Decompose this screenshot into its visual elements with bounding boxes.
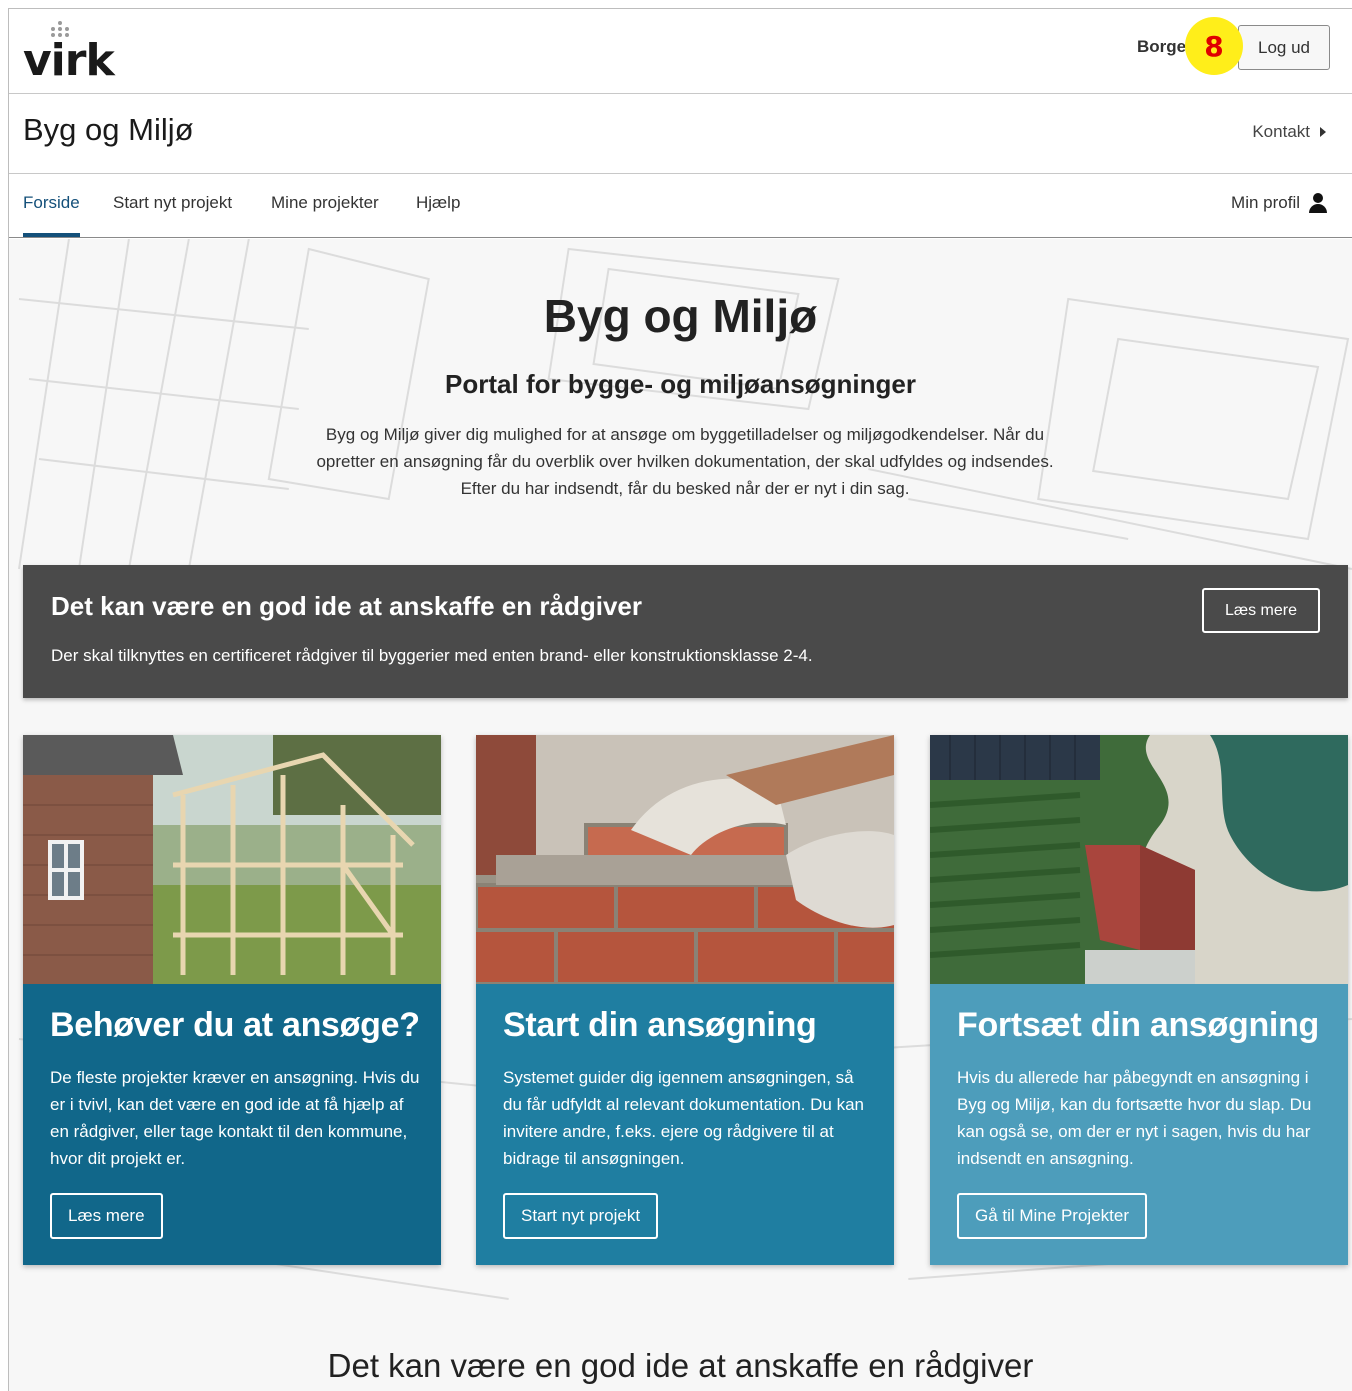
card-body: Behøver du at ansøge? De fleste projekte… (23, 984, 441, 1265)
nav-tab-start-nyt-projekt[interactable]: Start nyt projekt (113, 193, 232, 233)
banner-read-more-button[interactable]: Læs mere (1202, 588, 1320, 633)
top-header: virk Borge Log ud 8 (9, 9, 1352, 94)
card-text: Systemet guider dig igennem ansøgningen,… (503, 1068, 864, 1168)
section-heading: Det kan være en god ide at anskaffe en r… (327, 1347, 1034, 1384)
hero-description: Byg og Miljø giver dig mulighed for at a… (316, 425, 1054, 498)
hero-section: Byg og Miljø Portal for bygge- og miljøa… (9, 239, 1352, 1391)
browser-page: virk Borge Log ud 8 Byg og Miljø Kontakt… (8, 8, 1352, 1391)
profile-label: Min profil (1231, 193, 1300, 212)
virk-logo[interactable]: virk (23, 19, 123, 85)
aerial-farm-image (930, 735, 1348, 984)
card-read-more-button[interactable]: Læs mere (50, 1193, 163, 1239)
caret-right-icon (1320, 127, 1326, 137)
card-body: Start din ansøgning Systemet guider dig … (476, 984, 894, 1265)
hero-title: Byg og Miljø (543, 290, 818, 342)
user-name: Borge (1137, 37, 1187, 56)
card-text: De fleste projekter kræver en ansøgning.… (50, 1068, 420, 1168)
card-title: Start din ansøgning (503, 1006, 817, 1044)
card-start-project-button[interactable]: Start nyt projekt (503, 1193, 659, 1239)
card-my-projects-button[interactable]: Gå til Mine Projekter (957, 1193, 1147, 1239)
nav-tab-mine-projekter[interactable]: Mine projekter (271, 193, 379, 233)
hero-subtitle: Portal for bygge- og miljøansøgninger (445, 369, 916, 399)
logout-button[interactable]: Log ud (1238, 25, 1330, 70)
banner-text: Der skal tilknyttes en certificeret rådg… (51, 646, 813, 665)
nav-tab-forside[interactable]: Forside (23, 193, 80, 237)
card-start-application: Start din ansøgning Systemet guider dig … (476, 735, 894, 1265)
logo-text: virk (23, 35, 115, 86)
banner-title: Det kan være en god ide at anskaffe en r… (51, 591, 642, 621)
house-construction-image (23, 735, 441, 984)
user-icon (1308, 193, 1328, 213)
site-title-bar: Byg og Miljø Kontakt (9, 94, 1352, 174)
site-title[interactable]: Byg og Miljø (23, 112, 194, 148)
bricklaying-image (476, 735, 894, 984)
card-continue-application: Fortsæt din ansøgning Hvis du allerede h… (930, 735, 1348, 1265)
card-title: Fortsæt din ansøgning (957, 1006, 1320, 1044)
advisor-banner: Det kan være en god ide at anskaffe en r… (23, 565, 1348, 698)
card-body: Fortsæt din ansøgning Hvis du allerede h… (930, 984, 1348, 1265)
step-marker-badge: 8 (1185, 17, 1243, 75)
card-text: Hvis du allerede har påbegyndt en ansøgn… (957, 1068, 1312, 1168)
contact-label: Kontakt (1252, 122, 1310, 141)
card-title: Behøver du at ansøge? (50, 1006, 420, 1044)
main-nav: Forside Start nyt projekt Mine projekter… (9, 174, 1352, 238)
nav-tab-hjaelp[interactable]: Hjælp (416, 193, 460, 233)
profile-link[interactable]: Min profil (1231, 193, 1328, 213)
contact-link[interactable]: Kontakt (1252, 122, 1326, 142)
card-apply-needed: Behøver du at ansøge? De fleste projekte… (23, 735, 441, 1265)
